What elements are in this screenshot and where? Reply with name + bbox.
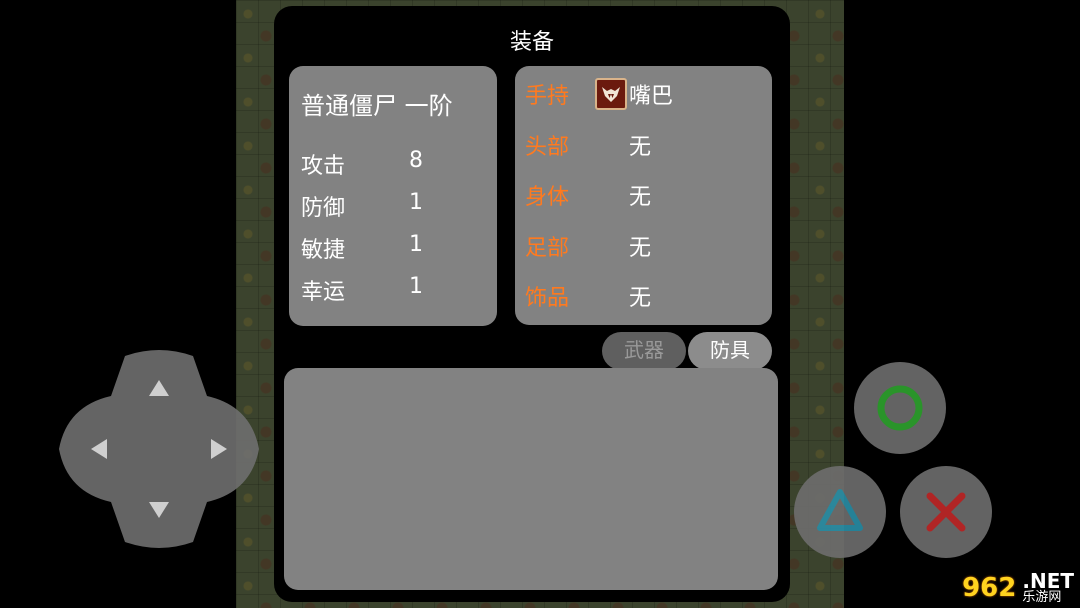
dpad-base [59,350,259,548]
tab-armor[interactable]: 防具 [688,332,772,370]
equip-slot-hand[interactable]: 手持 嘴巴 [525,78,765,112]
slot-item: 无 [629,286,652,311]
stat-value: 1 [409,232,423,257]
equip-slot-body[interactable]: 身体 无 [525,179,765,213]
watermark-site-name: 乐游网 [1022,590,1062,605]
watermark-domain: .NET [1022,569,1074,593]
tab-weapon[interactable]: 武器 [602,332,686,370]
dialog-title: 装备 [509,30,554,55]
stat-row-agility: 敏捷 1 [301,232,491,263]
slot-item: 无 [629,135,652,160]
stat-value: 8 [409,148,423,173]
circle-icon [877,385,923,431]
circle-button[interactable] [854,362,946,454]
stat-value: 1 [409,190,423,215]
slot-item: 无 [629,185,652,210]
mouth-fangs-icon [595,78,627,110]
stat-label: 攻击 [301,154,346,179]
cross-icon [926,492,966,532]
stat-label: 敏捷 [301,238,346,263]
triangle-icon [817,489,863,531]
stat-value: 1 [409,274,423,299]
equip-slot-accessory[interactable]: 饰品 无 [525,280,765,314]
stat-row-defense: 防御 1 [301,190,491,221]
slot-item: 嘴巴 [629,84,674,109]
watermark-number: 962 [962,572,1017,603]
slot-label: 头部 [525,135,570,160]
monster-name: 普通僵尸 一阶 [301,92,453,120]
slot-item: 无 [629,236,652,261]
stat-label: 幸运 [301,280,346,305]
cross-button[interactable] [900,466,992,558]
item-list-box[interactable] [284,368,778,590]
equip-slot-feet[interactable]: 足部 无 [525,230,765,264]
stat-label: 防御 [301,196,346,221]
site-watermark: 962 .NET 乐游网 [962,571,1074,604]
equipment-dialog: 装备 普通僵尸 一阶 攻击 8 防御 1 敏捷 1 幸运 1 手持 嘴巴 头部 … [274,6,790,602]
monster-stats-panel: 普通僵尸 一阶 攻击 8 防御 1 敏捷 1 幸运 1 [289,66,497,326]
stat-row-attack: 攻击 8 [301,148,491,179]
slot-label: 饰品 [525,286,570,311]
equip-slot-head[interactable]: 头部 无 [525,129,765,163]
triangle-button[interactable] [794,466,886,558]
equipment-slots-panel: 手持 嘴巴 头部 无 身体 无 足部 无 饰品 无 [515,66,772,325]
dpad[interactable] [55,346,263,552]
slot-label: 身体 [525,185,570,210]
slot-label: 手持 [525,84,570,109]
slot-label: 足部 [525,236,570,261]
stat-row-luck: 幸运 1 [301,274,491,305]
